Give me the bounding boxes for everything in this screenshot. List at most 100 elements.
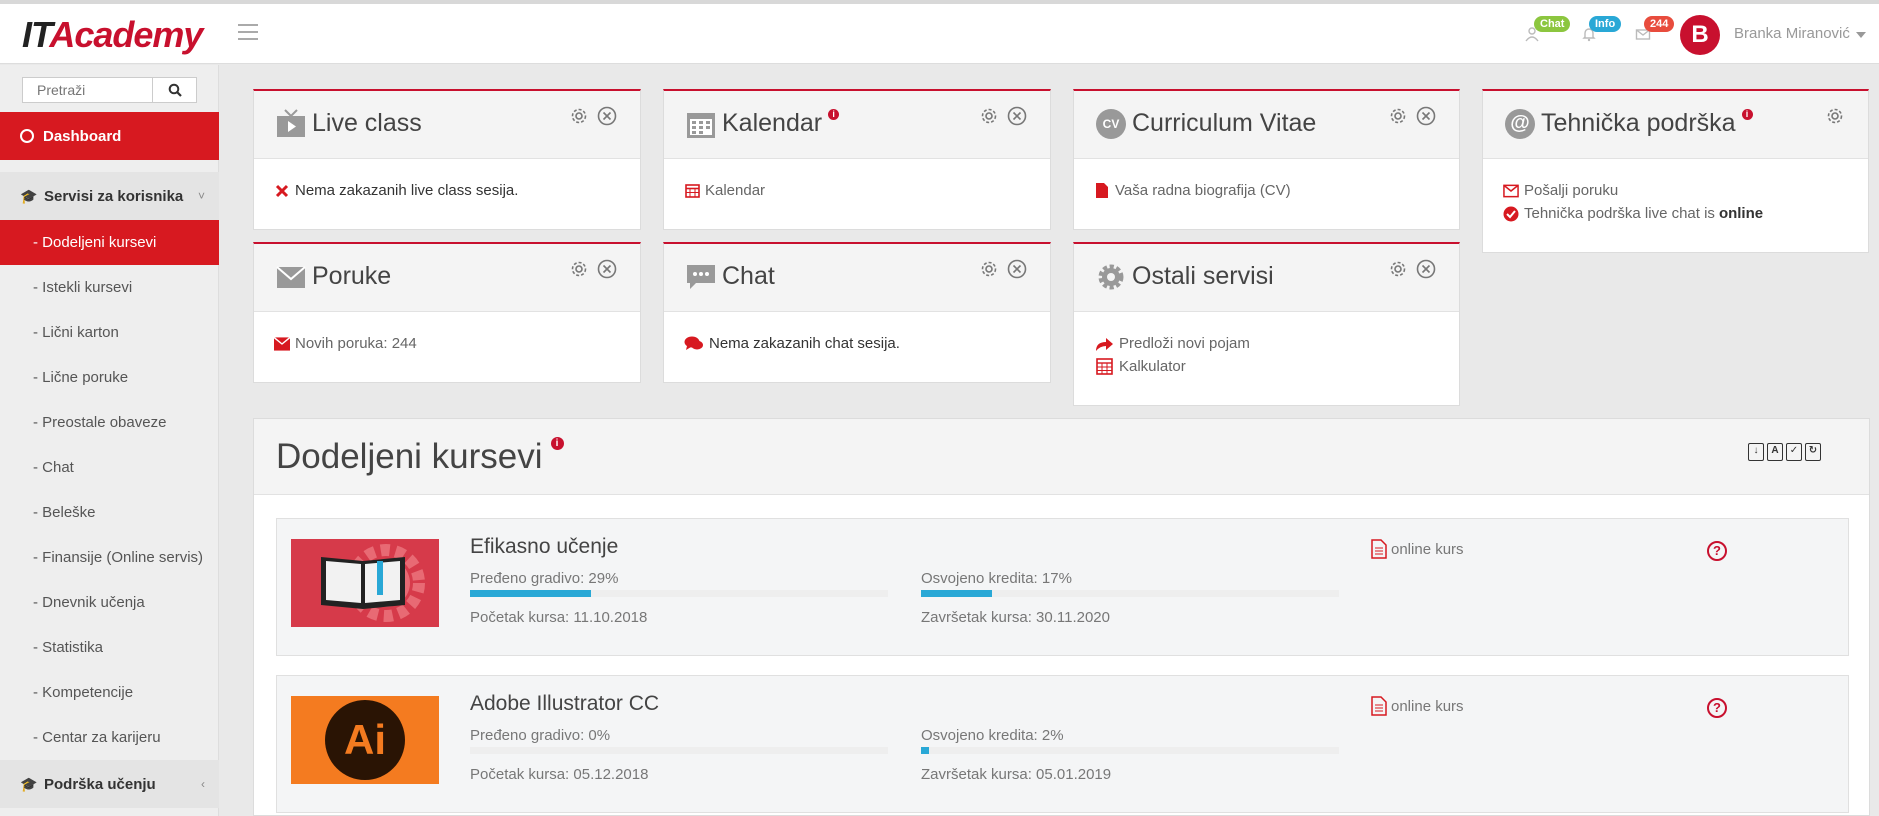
widget-live-class: Live class Nema zakazanih live class ses… xyxy=(253,89,641,230)
messages-badge[interactable]: 244 xyxy=(1644,16,1675,32)
help-icon[interactable]: ? xyxy=(1707,698,1727,718)
envelope-red-icon xyxy=(274,336,290,352)
close-icon[interactable] xyxy=(1006,105,1028,127)
cv-icon: CV xyxy=(1096,109,1126,139)
gear-icon[interactable] xyxy=(568,105,590,127)
sidebar-item-statistika[interactable]: - Statistika xyxy=(0,625,219,670)
sort-alpha-icon[interactable]: A xyxy=(1767,443,1783,461)
sidebar-item-preostale-obaveze[interactable]: - Preostale obaveze xyxy=(0,400,219,445)
sidebar-item-centar-za-karijeru[interactable]: - Centar za karijeru xyxy=(0,715,219,760)
live-class-status: Nema zakazanih live class sesija. xyxy=(274,179,620,202)
cv-link-text: Vaša radna biografija (CV) xyxy=(1115,182,1291,199)
calculator-text: Kalkulator xyxy=(1119,358,1186,375)
gear-icon[interactable] xyxy=(978,258,1000,280)
course-name[interactable]: Adobe Illustrator CC xyxy=(470,692,659,716)
envelope-icon xyxy=(276,266,306,288)
sidebar-section-label: Podrška učenju xyxy=(44,775,156,793)
sidebar-item-dodeljeni-kursevi[interactable]: - Dodeljeni kursevi xyxy=(0,220,219,265)
widget-title: Chat xyxy=(722,262,775,290)
widget-title-text: Kalendar xyxy=(722,109,823,137)
sort-toolbar: ↓ A ✓ ↻ xyxy=(1748,443,1821,461)
widget-title: Live class xyxy=(312,109,422,137)
sidebar-section-support[interactable]: 🎓 Podrška učenju ‹ xyxy=(0,760,219,808)
top-header: ITAcademy Chat Info 244 B Branka Miranov… xyxy=(0,4,1879,64)
search-button[interactable] xyxy=(154,78,196,102)
course-type-text: online kurs xyxy=(1391,540,1464,558)
gear-icon[interactable] xyxy=(978,105,1000,127)
logo[interactable]: ITAcademy xyxy=(22,14,203,56)
file-icon xyxy=(1094,183,1110,199)
user-dropdown-icon[interactable] xyxy=(1856,32,1866,38)
info-badge[interactable]: Info xyxy=(1589,16,1622,32)
widget-title: Poruke xyxy=(312,262,392,290)
menu-toggle-icon[interactable] xyxy=(238,24,258,40)
info-icon[interactable]: i xyxy=(550,437,564,450)
widget-cv: CV Curriculum Vitae Vaša radna biografij… xyxy=(1073,89,1460,230)
widget-chat: Chat Nema zakazanih chat sesija. xyxy=(663,242,1051,383)
widget-title-text: Tehnička podrška xyxy=(1541,109,1736,137)
close-icon[interactable] xyxy=(596,105,618,127)
credits-label: Osvojeno kredita: 2% xyxy=(921,727,1064,744)
search-box xyxy=(22,77,197,103)
calendar-link-text: Kalendar xyxy=(705,182,766,199)
sidebar-item-beleske[interactable]: - Beleške xyxy=(0,490,219,535)
course-end-date: Završetak kursa: 05.01.2019 xyxy=(921,766,1112,783)
file-text-icon xyxy=(1371,539,1387,559)
x-mark-icon xyxy=(274,183,290,199)
sidebar-item-istekli-kursevi[interactable]: - Istekli kursevi xyxy=(0,265,219,310)
graduation-cap-icon: 🎓 xyxy=(20,775,38,792)
live-chat-text: Tehnička podrška live chat is xyxy=(1524,205,1715,222)
course-card[interactable]: Efikasno učenje Pređeno gradivo: 29% Osv… xyxy=(276,518,1849,656)
comments-icon xyxy=(684,336,704,352)
chat-badge[interactable]: Chat xyxy=(1534,16,1571,32)
course-thumbnail-book xyxy=(291,539,439,627)
search-input[interactable] xyxy=(23,78,153,102)
close-icon[interactable] xyxy=(1415,105,1437,127)
calculator-link[interactable]: Kalkulator xyxy=(1094,355,1439,378)
sort-amount-icon[interactable]: ↓ xyxy=(1748,443,1764,461)
dashboard-icon xyxy=(20,129,34,143)
sidebar-item-dnevnik-ucenja[interactable]: - Dnevnik učenja xyxy=(0,580,219,625)
avatar[interactable]: B xyxy=(1680,15,1720,55)
close-icon[interactable] xyxy=(596,258,618,280)
widget-other-services: Ostali servisi Predloži novi pojam Kalku… xyxy=(1073,242,1460,406)
refresh-icon[interactable]: ↻ xyxy=(1805,443,1821,461)
sidebar-item-chat[interactable]: - Chat xyxy=(0,445,219,490)
calculator-icon xyxy=(1094,358,1114,375)
user-name[interactable]: Branka Miranović xyxy=(1734,25,1850,42)
sidebar-item-kompetencije[interactable]: - Kompetencije xyxy=(0,670,219,715)
send-message-link[interactable]: Pošalji poruku xyxy=(1503,179,1848,202)
widget-title: Curriculum Vitae xyxy=(1132,109,1317,137)
gear-icon[interactable] xyxy=(1387,258,1409,280)
check-square-icon[interactable]: ✓ xyxy=(1786,443,1802,461)
progress-label: Pređeno gradivo: 0% xyxy=(470,727,611,744)
live-chat-online: online xyxy=(1718,205,1764,222)
course-name[interactable]: Efikasno učenje xyxy=(470,535,618,559)
close-icon[interactable] xyxy=(1415,258,1437,280)
close-icon[interactable] xyxy=(1006,258,1028,280)
sidebar-item-dashboard[interactable]: Dashboard xyxy=(0,112,219,160)
suggest-term-link[interactable]: Predloži novi pojam xyxy=(1094,332,1439,355)
calendar-icon xyxy=(687,113,715,138)
sidebar-item-licne-poruke[interactable]: - Lične poruke xyxy=(0,355,219,400)
info-icon[interactable]: i xyxy=(828,109,840,120)
gear-icon[interactable] xyxy=(1824,105,1846,127)
widget-messages: Poruke Novih poruka: 244 xyxy=(253,242,641,383)
gear-icon[interactable] xyxy=(1387,105,1409,127)
live-chat-status[interactable]: Tehnička podrška live chat is online xyxy=(1503,202,1848,225)
sidebar-item-finansije[interactable]: - Finansije (Online servis) xyxy=(0,535,219,580)
sidebar-item-licni-karton[interactable]: - Lični karton xyxy=(0,310,219,355)
calendar-link[interactable]: Kalendar xyxy=(684,179,1030,202)
progress-bar xyxy=(470,590,888,597)
widget-title: Tehnička podrška i xyxy=(1541,109,1753,138)
help-icon[interactable]: ? xyxy=(1707,541,1727,561)
course-card[interactable]: Ai Adobe Illustrator CC Pređeno gradivo:… xyxy=(276,675,1849,813)
info-icon[interactable]: i xyxy=(1741,109,1753,120)
gear-icon[interactable] xyxy=(568,258,590,280)
sidebar-section-services[interactable]: 🎓 Servisi za korisnika ˅ xyxy=(0,172,219,220)
new-messages-link[interactable]: Novih poruka: 244 xyxy=(274,332,620,355)
credits-label: Osvojeno kredita: 17% xyxy=(921,570,1072,587)
widget-title: Ostali servisi xyxy=(1132,262,1274,290)
widget-tech-support: @ Tehnička podrška i Pošalji poruku Tehni… xyxy=(1482,89,1869,253)
cv-link[interactable]: Vaša radna biografija (CV) xyxy=(1094,179,1439,202)
